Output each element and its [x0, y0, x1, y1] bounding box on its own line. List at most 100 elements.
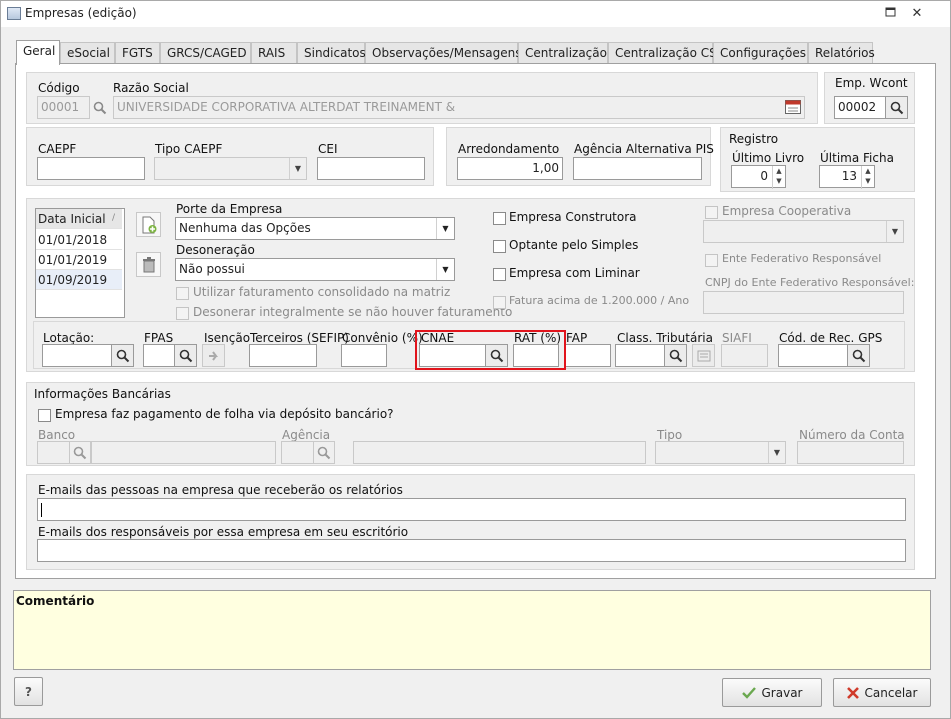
tab-centralizacao-cs[interactable]: Centralização CS [608, 42, 717, 64]
tab-geral[interactable]: Geral [16, 40, 60, 65]
tab-rais[interactable]: RAIS [251, 42, 297, 64]
help-button[interactable]: ? [14, 677, 43, 706]
arredondamento-field[interactable]: 1,00 [457, 157, 563, 180]
close-icon[interactable]: ✕ [907, 5, 927, 23]
calendar-icon[interactable] [785, 100, 801, 114]
gravar-label: Gravar [761, 685, 803, 700]
class-tributaria-label: Class. Tributária [617, 331, 713, 345]
tab-configuracoes[interactable]: Configurações [713, 42, 808, 64]
siafi-field[interactable] [721, 344, 768, 367]
fpas-search-icon[interactable] [174, 344, 197, 367]
emails-responsaveis-label: E-mails dos responsáveis por essa empres… [38, 525, 409, 539]
consolidado-checkbox[interactable] [176, 287, 189, 300]
terceiros-field[interactable] [249, 344, 317, 367]
desonerar-checkbox[interactable] [176, 307, 189, 320]
emails-relatorios-field[interactable] [37, 498, 906, 521]
class-search-icon[interactable] [664, 344, 687, 367]
ficha-spin-icon[interactable]: ▲ ▼ [861, 166, 874, 189]
lotacao-search-icon[interactable] [111, 344, 134, 367]
emails-relatorios-label: E-mails das pessoas na empresa que receb… [38, 483, 403, 497]
fpas-field[interactable] [143, 344, 175, 367]
conta-label: Número da Conta [799, 428, 905, 442]
comentario-label: Comentário [16, 594, 95, 608]
caepf-label: CAEPF [38, 142, 77, 156]
title-bar: Empresas (edição) ✕ [1, 1, 950, 27]
class-tributaria-field[interactable] [615, 344, 665, 367]
tab-esocial[interactable]: eSocial [60, 42, 115, 64]
consolidado-label: Utilizar faturamento consolidado na matr… [193, 285, 451, 299]
comentario-area[interactable]: Comentário [13, 590, 931, 670]
arredondamento-label: Arredondamento [458, 142, 560, 156]
gps-search-icon[interactable] [847, 344, 870, 367]
class-list-icon[interactable] [692, 344, 715, 367]
emp-wcont-field[interactable]: 00002 [834, 96, 886, 119]
tab-page-geral: Código 00001 Razão Social UNIVERSIDADE C… [15, 63, 936, 579]
banco-nome-field[interactable] [91, 441, 276, 464]
simples-checkbox[interactable] [493, 240, 506, 253]
cei-field[interactable] [317, 157, 425, 180]
banco-search-icon[interactable] [69, 441, 91, 464]
data-inicial-list[interactable]: Data Inicial / 01/01/2018 01/01/2019 01/… [35, 208, 125, 318]
cooperativa-select[interactable]: ▼ [703, 220, 904, 243]
deposito-checkbox[interactable] [38, 409, 51, 422]
emp-search-icon[interactable] [885, 96, 908, 119]
liminar-checkbox[interactable] [493, 268, 506, 281]
simples-label: Optante pelo Simples [509, 238, 639, 252]
add-date-button[interactable] [136, 212, 161, 237]
tab-fgts[interactable]: FGTS [115, 42, 160, 64]
banco-field[interactable] [37, 441, 71, 464]
codigo-field[interactable]: 00001 [37, 96, 90, 119]
agencia-search-icon[interactable] [313, 441, 335, 464]
list-item[interactable]: 01/09/2019 [36, 270, 122, 290]
agencia-pis-field[interactable] [573, 157, 702, 180]
construtora-checkbox[interactable] [493, 212, 506, 225]
isencao-label: Isenção [204, 331, 251, 345]
razao-field[interactable]: UNIVERSIDADE CORPORATIVA ALTERDAT TREINA… [113, 96, 805, 119]
fap-field[interactable] [565, 344, 611, 367]
cnpj-ente-label: CNPJ do Ente Federativo Responsável: [705, 276, 915, 289]
construtora-label: Empresa Construtora [509, 210, 637, 224]
tipo-caepf-select[interactable]: ▼ [154, 157, 307, 180]
list-header: Data Inicial [36, 209, 122, 229]
isencao-button[interactable] [202, 344, 225, 367]
gps-field[interactable] [778, 344, 848, 367]
desoneracao-select[interactable]: Não possui [175, 258, 455, 281]
tab-grcs-caged[interactable]: GRCS/CAGED [160, 42, 251, 64]
tab-observacoes[interactable]: Observações/Mensagens [365, 42, 522, 64]
restore-icon[interactable] [880, 5, 900, 23]
chevron-down-icon[interactable]: ▼ [436, 218, 454, 239]
agencia-field[interactable] [281, 441, 315, 464]
fatura-checkbox[interactable] [493, 296, 506, 309]
list-item[interactable]: 01/01/2019 [36, 250, 122, 270]
registro-title: Registro [729, 132, 779, 146]
porte-select[interactable]: Nenhuma das Opções [175, 217, 455, 240]
conta-field[interactable] [797, 441, 904, 464]
tipo-select[interactable]: ▼ [655, 441, 786, 464]
tab-relatorios[interactable]: Relatórios [808, 42, 875, 64]
cancelar-button[interactable]: Cancelar [833, 678, 931, 707]
cooperativa-checkbox[interactable] [705, 206, 718, 219]
lotacao-field[interactable] [42, 344, 112, 367]
convenio-field[interactable] [341, 344, 387, 367]
delete-date-button[interactable] [136, 252, 161, 277]
codigo-search-icon[interactable] [89, 96, 111, 119]
gps-label: Cód. de Rec. GPS [779, 331, 883, 345]
text-cursor [41, 502, 42, 517]
caepf-field[interactable] [37, 157, 145, 180]
livro-spin-icon[interactable]: ▲ ▼ [772, 166, 785, 189]
tab-sindicatos[interactable]: Sindicatos [297, 42, 366, 64]
tab-centralizacao[interactable]: Centralização [518, 42, 608, 64]
cancel-icon [846, 686, 859, 699]
chevron-down-icon[interactable]: ▼ [436, 259, 454, 280]
gravar-button[interactable]: Gravar [722, 678, 822, 707]
porte-label: Porte da Empresa [176, 202, 283, 216]
list-item[interactable]: 01/01/2018 [36, 230, 122, 250]
agencia-nome-field[interactable] [353, 441, 646, 464]
emails-responsaveis-field[interactable] [37, 539, 906, 562]
chevron-down-icon: ▼ [768, 442, 785, 463]
ente-checkbox[interactable] [705, 254, 718, 267]
sort-icon: / [112, 213, 116, 223]
bancarias-group: Informações Bancárias Empresa faz pagame… [26, 382, 915, 466]
cnpj-ente-field[interactable] [703, 291, 904, 314]
emp-wcont-group: Emp. Wcont 00002 [824, 72, 915, 124]
